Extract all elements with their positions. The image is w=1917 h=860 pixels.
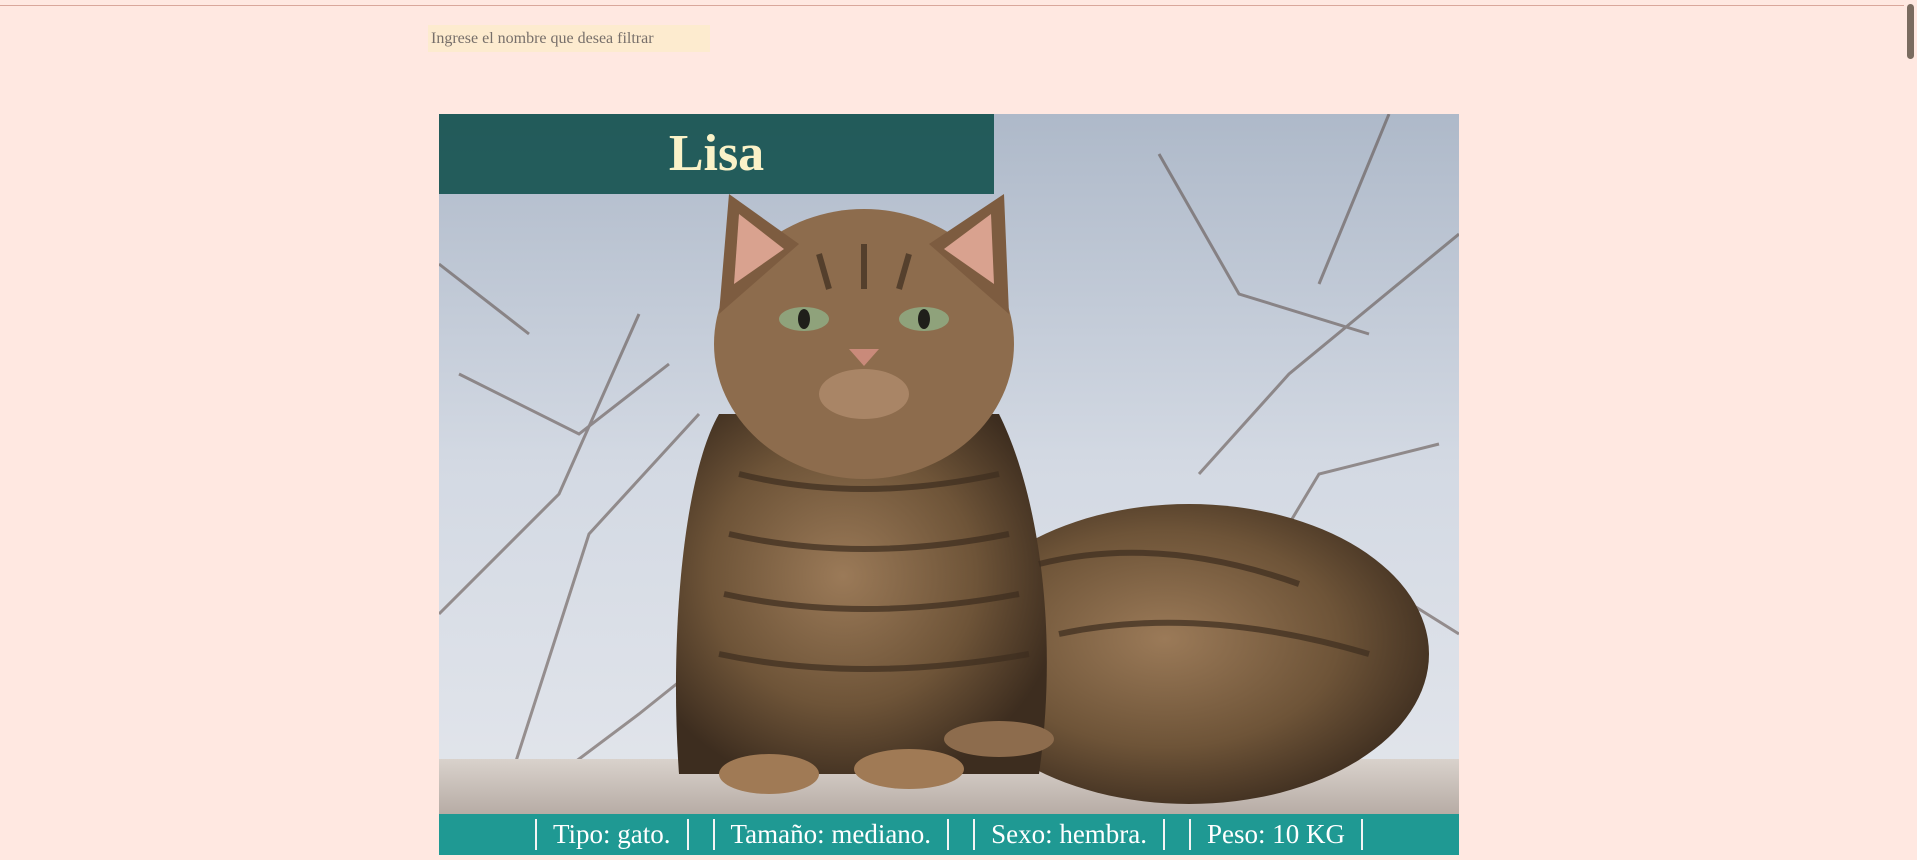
name-filter-input[interactable] bbox=[428, 25, 710, 52]
pet-weight: Peso: 10 KG bbox=[1189, 819, 1364, 850]
scrollbar-thumb[interactable] bbox=[1907, 4, 1914, 59]
top-divider bbox=[0, 5, 1904, 6]
pet-info-bar: Tipo: gato. Tamaño: mediano. Sexo: hembr… bbox=[439, 814, 1459, 855]
pet-size: Tamaño: mediano. bbox=[712, 819, 950, 850]
pet-sex: Sexo: hembra. bbox=[973, 819, 1166, 850]
pet-type: Tipo: gato. bbox=[534, 819, 689, 850]
pet-photo bbox=[439, 114, 1459, 814]
vertical-scrollbar[interactable] bbox=[1904, 0, 1917, 860]
pet-card: Lisa Tipo: gato. Tamaño: mediano. Sexo: … bbox=[439, 114, 1459, 855]
pet-name: Lisa bbox=[668, 125, 765, 182]
pet-name-banner: Lisa bbox=[439, 114, 994, 194]
